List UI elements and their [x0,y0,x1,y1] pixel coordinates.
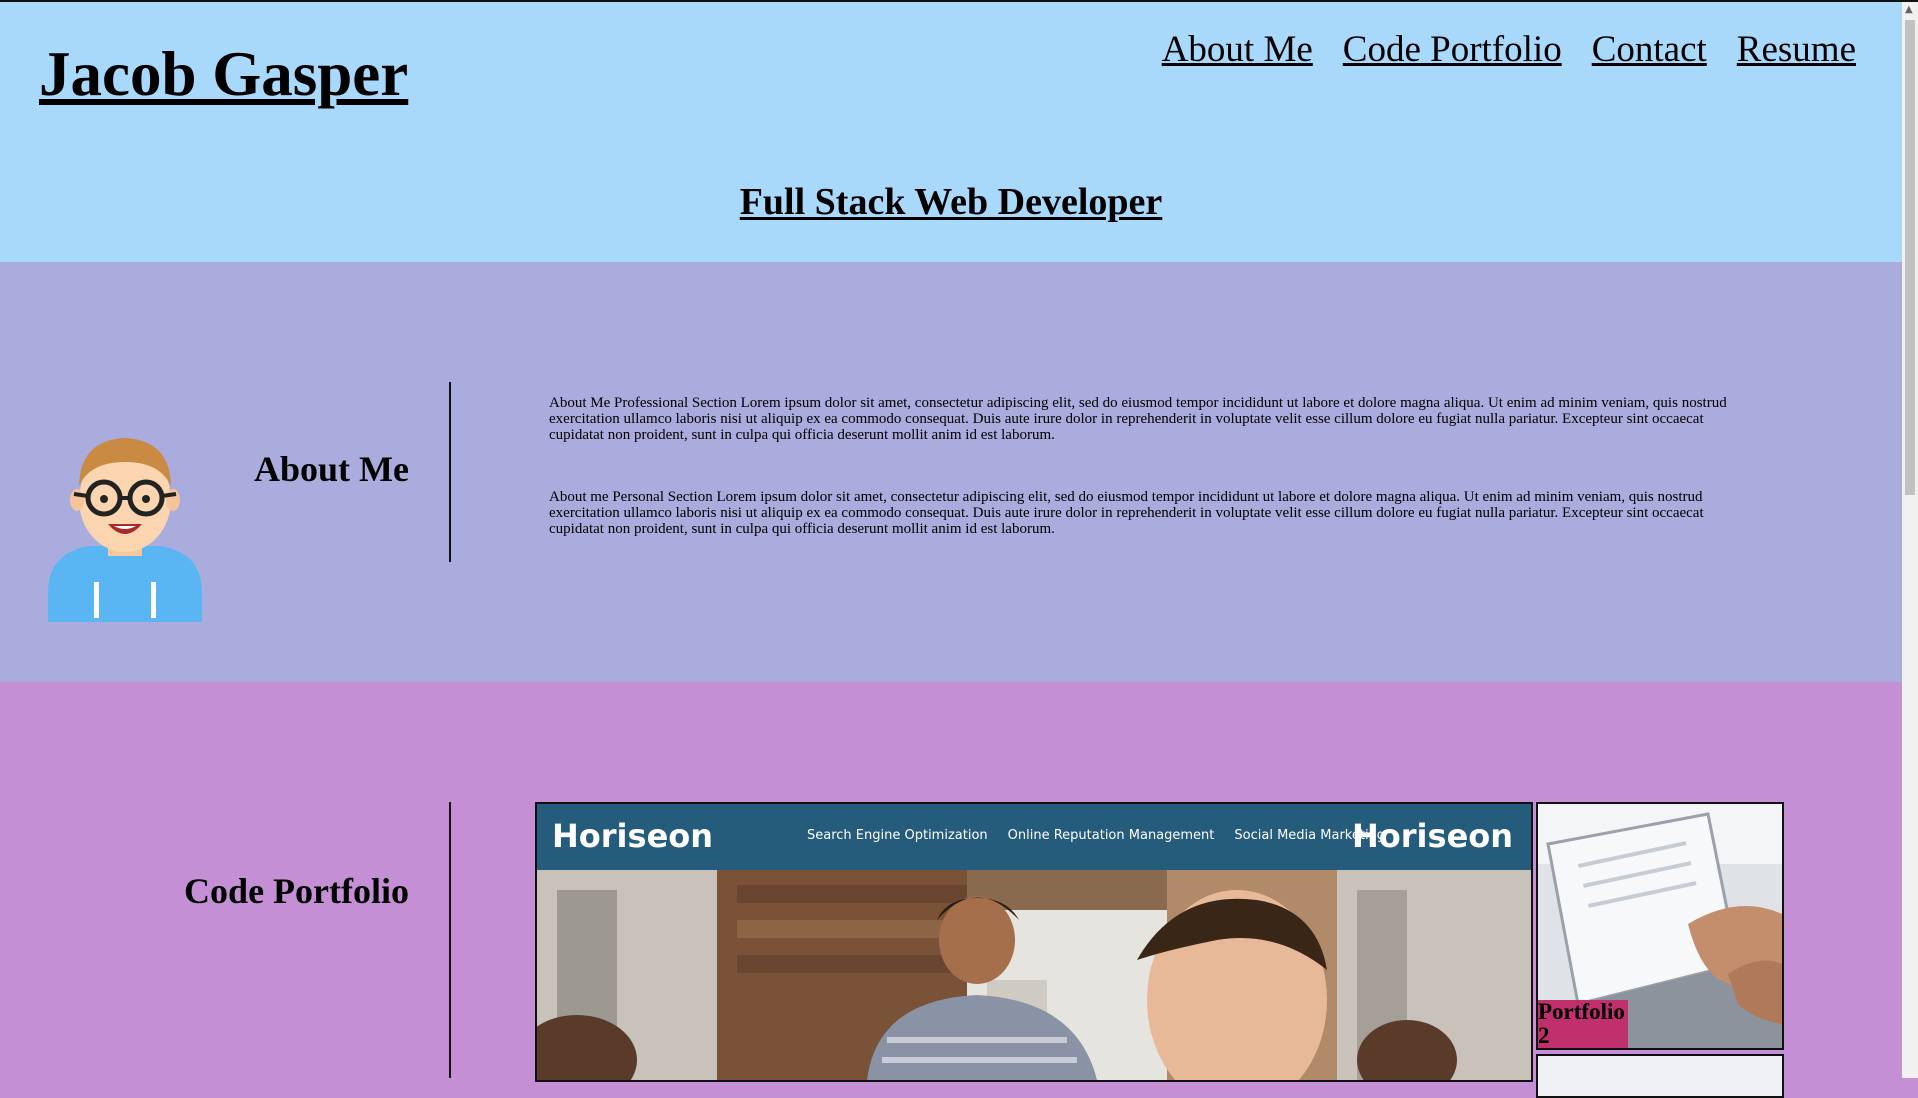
horiseon-nav-item: Search Engine Optimization [807,828,988,843]
about-divider [449,382,451,562]
nav-link-contact[interactable]: Contact [1592,28,1707,72]
nav-link-about-me[interactable]: About Me [1162,28,1313,72]
horiseon-nav-item: Online Reputation Management [1007,828,1215,843]
horiseon-logo: Horiseon [552,817,714,855]
about-personal-paragraph: About me Personal Section Lorem ipsum do… [549,489,1704,537]
portfolio-divider [449,802,451,1078]
portfolio-section: Code Portfolio Horiseon Search Engine Op… [0,682,1902,1098]
nav-link-code-portfolio[interactable]: Code Portfolio [1343,28,1562,72]
portfolio-heading: Code Portfolio [184,871,409,911]
project-card-next[interactable] [1536,1054,1784,1098]
about-professional-paragraph: About Me Professional Section Lorem ipsu… [549,395,1727,443]
about-heading: About Me [254,449,409,489]
portfolio-2-label: Portfolio 2 [1538,1000,1628,1048]
office-team-photo [537,870,1531,1080]
site-header: Jacob Gasper About Me Code Portfolio Con… [0,2,1902,262]
page-subtitle: Full Stack Web Developer [0,180,1902,224]
about-section: About Me About Me Professional Section L… [0,262,1902,682]
nav-link-resume[interactable]: Resume [1737,28,1856,72]
developer-avatar-icon [48,438,202,622]
horiseon-logo-repeat: Horiseon [1352,817,1514,855]
horiseon-nav: Search Engine Optimization Online Reputa… [807,828,1385,843]
vertical-scrollbar[interactable]: ▲ [1902,2,1918,1078]
site-title[interactable]: Jacob Gasper [39,39,408,109]
horiseon-header-bar: Horiseon Search Engine Optimization Onli… [537,804,1531,870]
subtitle-text: Full Stack Web Developer [739,181,1163,223]
about-text: About Me Professional Section Lorem ipsu… [549,395,1759,583]
main-nav: About Me Code Portfolio Contact Resume [1162,28,1856,72]
scrollbar-thumb[interactable] [1905,20,1915,495]
scroll-up-arrow-icon[interactable]: ▲ [1905,4,1913,15]
project-card-horiseon[interactable]: Horiseon Search Engine Optimization Onli… [535,802,1533,1082]
project-card-portfolio-2[interactable]: Portfolio 2 [1536,802,1784,1050]
